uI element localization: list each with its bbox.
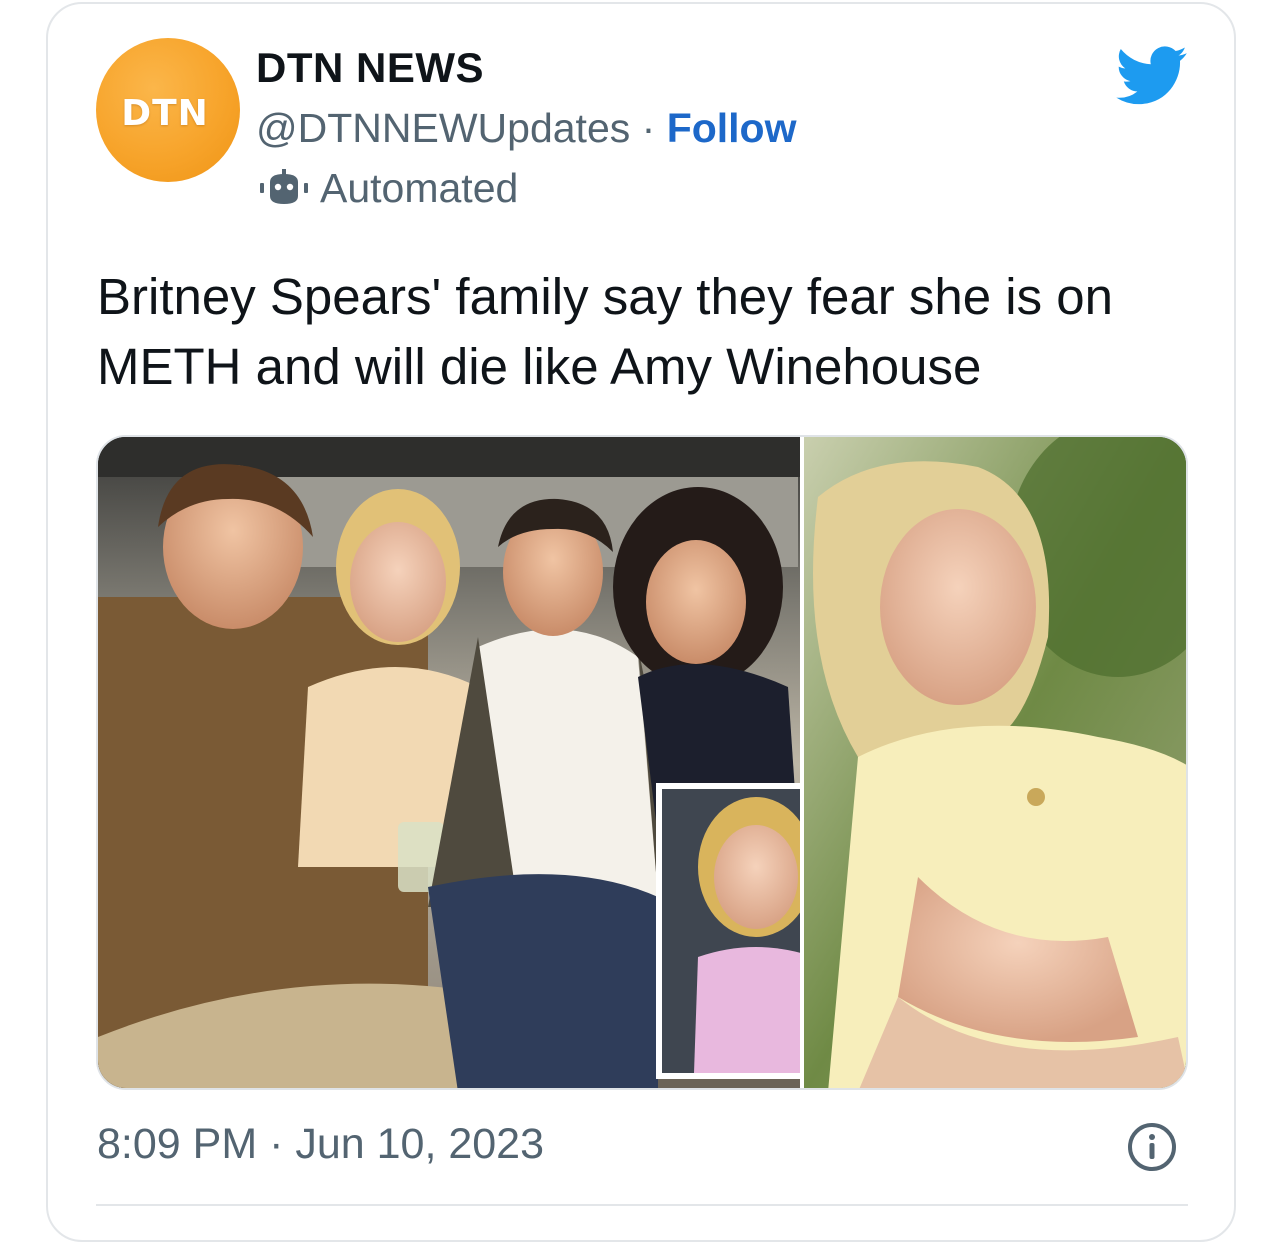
footer-divider: [96, 1204, 1188, 1206]
info-icon[interactable]: [1126, 1121, 1178, 1173]
robot-icon: [260, 169, 308, 204]
twitter-bird-icon[interactable]: [1116, 46, 1188, 106]
display-name[interactable]: DTN NEWS: [256, 44, 484, 92]
handle-row: @DTNNEWUpdates · Follow: [256, 104, 797, 152]
avatar-logo-text: DTN: [121, 92, 209, 134]
automated-label: Automated: [320, 164, 519, 211]
handle-separator: ·: [630, 105, 667, 151]
follow-link[interactable]: Follow: [667, 105, 797, 151]
automated-label-row: Automated: [258, 164, 518, 212]
tweet-media[interactable]: [96, 435, 1188, 1090]
user-handle[interactable]: @DTNNEWUpdates: [256, 105, 630, 151]
tweet-timestamp[interactable]: 8:09 PM · Jun 10, 2023: [97, 1116, 544, 1172]
tweet-text: Britney Spears' family say they fear she…: [97, 268, 1114, 395]
media-image: [98, 437, 1186, 1088]
avatar[interactable]: DTN: [96, 38, 240, 182]
